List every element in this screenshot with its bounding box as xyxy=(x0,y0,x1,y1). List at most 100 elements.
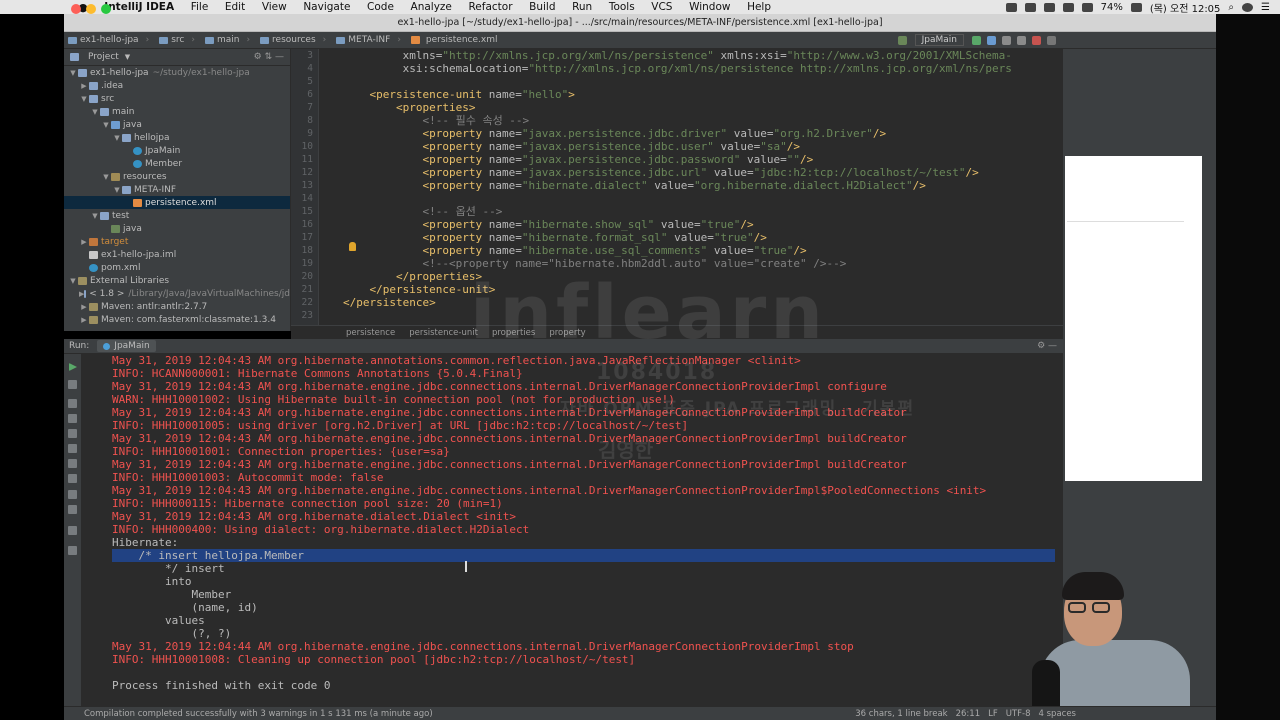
console-line[interactable]: /* insert hellojpa.Member xyxy=(112,549,304,562)
editor-breadcrumb-item[interactable]: persistence-unit xyxy=(409,328,478,338)
breadcrumb-item[interactable]: main xyxy=(201,35,256,45)
code-line[interactable]: <property name="javax.persistence.jdbc.d… xyxy=(343,127,1012,140)
tree-item[interactable]: ▼ External Libraries xyxy=(64,274,290,287)
console-line[interactable]: May 31, 2019 12:04:43 AM org.hibernate.e… xyxy=(112,484,986,497)
chevron-down-icon[interactable]: ▼ xyxy=(90,212,100,220)
tree-item[interactable]: Member xyxy=(64,157,290,170)
tree-item[interactable]: ▶ target xyxy=(64,235,290,248)
console-line[interactable]: INFO: HHH10001005: using driver [org.h2.… xyxy=(112,419,688,432)
volume-icon[interactable] xyxy=(1081,2,1093,12)
console-line[interactable]: Member xyxy=(112,588,231,601)
tree-item[interactable]: ex1-hello-jpa.iml xyxy=(64,248,290,261)
code-line[interactable]: <persistence-unit name="hello"> xyxy=(343,88,1012,101)
tree-item[interactable]: ▼ test xyxy=(64,209,290,222)
chevron-down-icon[interactable]: ▼ xyxy=(125,53,130,61)
line-separator[interactable]: LF xyxy=(988,709,998,719)
gear-icon[interactable]: ⚙ — xyxy=(1037,341,1057,351)
minimize-window-button[interactable] xyxy=(86,4,96,14)
search-everywhere-icon[interactable] xyxy=(1047,35,1056,45)
tree-item[interactable]: ▶ .idea xyxy=(64,79,290,92)
indent-setting[interactable]: 4 spaces xyxy=(1039,709,1076,719)
menu-edit[interactable]: Edit xyxy=(217,1,254,13)
cloud-icon[interactable] xyxy=(1043,2,1055,12)
close-window-button[interactable] xyxy=(71,4,81,14)
console-line[interactable]: Hibernate: xyxy=(112,536,185,549)
status-message[interactable]: Compilation completed successfully with … xyxy=(84,709,433,719)
breadcrumb-item[interactable]: META-INF xyxy=(332,35,407,45)
project-panel-title[interactable]: Project xyxy=(88,52,119,62)
settings-icon[interactable] xyxy=(68,474,77,483)
battery-icon[interactable] xyxy=(1130,2,1142,12)
scroll-to-end-icon[interactable] xyxy=(68,429,77,438)
tree-item[interactable]: ▶ Maven: com.fasterxml:classmate:1.3.4 xyxy=(64,313,290,326)
menu-vcs[interactable]: VCS xyxy=(643,1,681,13)
console-line[interactable]: May 31, 2019 12:04:44 AM org.hibernate.e… xyxy=(112,640,854,653)
chevron-down-icon[interactable]: ▼ xyxy=(112,134,122,142)
user-avatar-icon[interactable] xyxy=(1242,2,1254,12)
tree-item[interactable]: java xyxy=(64,222,290,235)
chevron-down-icon[interactable]: ▼ xyxy=(101,173,111,181)
tree-item[interactable]: ▶ Maven: antlr:antlr:2.7.7 xyxy=(64,300,290,313)
breadcrumb-item[interactable]: persistence.xml xyxy=(407,35,511,45)
menu-window[interactable]: Window xyxy=(681,1,739,13)
tree-item[interactable]: JpaMain xyxy=(64,144,290,157)
console-line[interactable]: INFO: HHH000400: Using dialect: org.hibe… xyxy=(112,523,529,536)
camera-icon[interactable] xyxy=(68,444,77,453)
menu-refactor[interactable]: Refactor xyxy=(460,1,521,13)
editor-breadcrumb-item[interactable]: persistence xyxy=(346,328,395,338)
chevron-down-icon[interactable]: ▼ xyxy=(101,121,111,129)
wifi-icon[interactable] xyxy=(1062,2,1074,12)
code-line[interactable]: <property name="javax.persistence.jdbc.u… xyxy=(343,140,1012,153)
console-line[interactable]: INFO: HHH10001003: Autocommit mode: fals… xyxy=(112,471,384,484)
print-icon[interactable] xyxy=(68,490,77,499)
console-line[interactable]: May 31, 2019 12:04:43 AM org.hibernate.e… xyxy=(112,432,907,445)
console-line[interactable]: May 31, 2019 12:04:43 AM org.hibernate.e… xyxy=(112,380,887,393)
selection-info[interactable]: 36 chars, 1 line break xyxy=(855,709,947,719)
rerun-icon[interactable] xyxy=(69,363,77,371)
code-line[interactable]: xmlns="http://xmlns.jcp.org/xml/ns/persi… xyxy=(343,49,1012,62)
code-line[interactable]: <property name="javax.persistence.jdbc.u… xyxy=(343,166,1012,179)
breadcrumb-item[interactable]: resources xyxy=(256,35,332,45)
zoom-window-button[interactable] xyxy=(101,4,111,14)
run-tab-jpamain[interactable]: JpaMain xyxy=(97,340,156,352)
clear-all-icon[interactable] xyxy=(68,505,77,514)
console-line[interactable]: May 31, 2019 12:04:43 AM org.hibernate.d… xyxy=(112,510,516,523)
file-encoding[interactable]: UTF-8 xyxy=(1006,709,1031,719)
chevron-down-icon[interactable]: ▼ xyxy=(68,69,78,77)
gear-icon[interactable]: ⚙ ⇅ — xyxy=(254,52,284,62)
console-line[interactable]: INFO: HHH000115: Hibernate connection po… xyxy=(112,497,503,510)
pin-icon[interactable] xyxy=(68,459,77,468)
console-line[interactable]: Process finished with exit code 0 xyxy=(112,679,331,692)
debug-icon[interactable] xyxy=(987,35,996,45)
menu-build[interactable]: Build xyxy=(521,1,564,13)
clock[interactable]: (목) 오전 12:05 xyxy=(1150,0,1221,15)
code-line[interactable] xyxy=(343,192,1012,205)
chevron-right-icon[interactable]: ▶ xyxy=(79,303,89,311)
code-line[interactable]: <property name="javax.persistence.jdbc.p… xyxy=(343,153,1012,166)
console-line[interactable]: INFO: HCANN000001: Hibernate Commons Ann… xyxy=(112,367,523,380)
coverage-icon[interactable] xyxy=(1002,35,1011,45)
profile-icon[interactable] xyxy=(1017,35,1026,45)
tree-item[interactable]: ▼ hellojpa xyxy=(64,131,290,144)
stop-icon[interactable] xyxy=(68,380,77,389)
menu-run[interactable]: Run xyxy=(564,1,601,13)
build-icon[interactable] xyxy=(897,35,907,45)
restore-layout-icon[interactable] xyxy=(68,399,77,408)
chevron-right-icon[interactable]: ▶ xyxy=(79,316,89,324)
console-line[interactable]: May 31, 2019 12:04:43 AM org.hibernate.e… xyxy=(112,458,907,471)
console-line[interactable]: INFO: HHH10001008: Cleaning up connectio… xyxy=(112,653,635,666)
breadcrumb-item[interactable]: ex1-hello-jpa xyxy=(64,35,155,45)
code-line[interactable]: <!-- 필수 속성 --> xyxy=(343,114,1012,127)
console-line[interactable]: */ insert xyxy=(112,562,231,575)
chevron-down-icon[interactable]: ▼ xyxy=(79,95,89,103)
run-icon[interactable] xyxy=(972,35,981,45)
tree-item[interactable]: ▼ ex1-hello-jpa ~/study/ex1-hello-jpa xyxy=(64,66,290,79)
tree-item[interactable]: persistence.xml xyxy=(64,196,290,209)
chevron-down-icon[interactable]: ▼ xyxy=(68,277,78,285)
console-line[interactable]: values xyxy=(112,614,205,627)
console-line[interactable]: INFO: HHH10001001: Connection properties… xyxy=(112,445,450,458)
menu-file[interactable]: File xyxy=(182,1,216,13)
breadcrumb-item[interactable]: src xyxy=(155,35,201,45)
tree-item[interactable]: pom.xml xyxy=(64,261,290,274)
code-line[interactable]: <property name="hibernate.dialect" value… xyxy=(343,179,1012,192)
